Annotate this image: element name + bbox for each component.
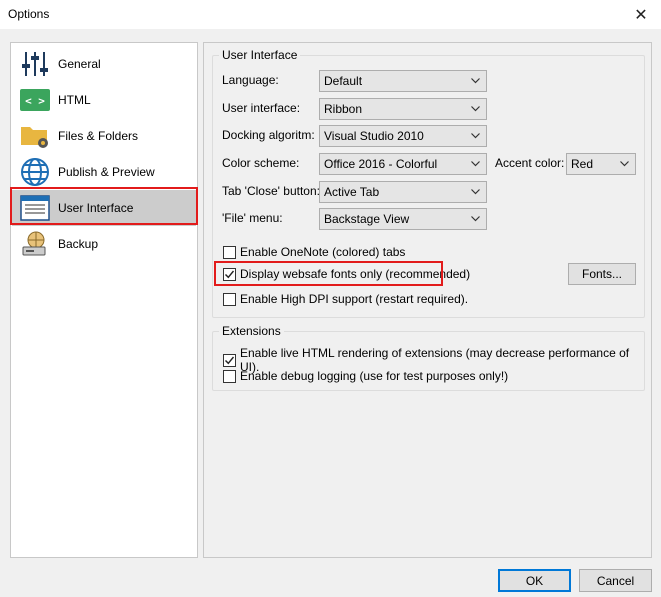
checkmark-icon bbox=[223, 267, 236, 281]
checkmark-icon bbox=[223, 353, 236, 367]
title-bar: Options ✕ bbox=[0, 0, 661, 29]
docking-label: Docking algoritm: bbox=[222, 128, 315, 142]
cancel-button[interactable]: Cancel bbox=[579, 569, 652, 592]
language-label: Language: bbox=[222, 73, 279, 87]
folder-gear-icon bbox=[18, 119, 52, 153]
file-menu-label: 'File' menu: bbox=[222, 211, 283, 225]
nav-item-files-folders[interactable]: Files & Folders bbox=[12, 118, 196, 154]
checkbox-box bbox=[223, 369, 236, 383]
chevron-down-icon bbox=[471, 154, 480, 174]
nav-item-backup[interactable]: Backup bbox=[12, 226, 196, 262]
backup-icon bbox=[18, 227, 52, 261]
high-dpi-checkbox[interactable]: Enable High DPI support (restart require… bbox=[223, 292, 468, 306]
window-icon bbox=[18, 191, 52, 225]
checkbox-box bbox=[223, 245, 236, 259]
extensions-group: Extensions Enable live HTML rendering of… bbox=[212, 324, 645, 391]
nav-item-label: General bbox=[58, 57, 101, 71]
nav-item-label: HTML bbox=[58, 93, 91, 107]
chevron-down-icon bbox=[471, 99, 480, 119]
nav-item-label: Publish & Preview bbox=[58, 165, 155, 179]
tab-close-label: Tab 'Close' button: bbox=[222, 184, 320, 198]
accent-color-select[interactable]: Red bbox=[566, 153, 636, 175]
group-title: Extensions bbox=[219, 324, 284, 338]
accent-color-label: Accent color: bbox=[495, 156, 565, 170]
close-icon: ✕ bbox=[634, 6, 648, 24]
nav-item-html[interactable]: < > HTML bbox=[12, 82, 196, 118]
color-scheme-select[interactable]: Office 2016 - Colorful bbox=[319, 153, 487, 175]
window-title: Options bbox=[8, 7, 50, 21]
options-nav: General < > HTML Files & Folders Publish… bbox=[10, 42, 198, 558]
close-button[interactable]: ✕ bbox=[621, 0, 661, 29]
chevron-down-icon bbox=[471, 209, 480, 229]
docking-select[interactable]: Visual Studio 2010 bbox=[319, 125, 487, 147]
nav-item-label: Files & Folders bbox=[58, 129, 139, 143]
tab-close-select[interactable]: Active Tab bbox=[319, 181, 487, 203]
nav-item-user-interface[interactable]: User Interface bbox=[12, 190, 196, 226]
fonts-button[interactable]: Fonts... bbox=[568, 263, 636, 285]
chevron-down-icon bbox=[471, 71, 480, 91]
globe-icon bbox=[18, 155, 52, 189]
user-interface-select[interactable]: Ribbon bbox=[319, 98, 487, 120]
nav-item-publish-preview[interactable]: Publish & Preview bbox=[12, 154, 196, 190]
file-menu-select[interactable]: Backstage View bbox=[319, 208, 487, 230]
websafe-fonts-checkbox[interactable]: Display websafe fonts only (recommended) bbox=[223, 267, 470, 281]
chevron-down-icon bbox=[471, 126, 480, 146]
user-interface-group: User Interface Language: Default User in… bbox=[212, 48, 645, 318]
checkbox-box bbox=[223, 292, 236, 306]
enable-onenote-checkbox[interactable]: Enable OneNote (colored) tabs bbox=[223, 245, 405, 259]
sliders-icon bbox=[18, 47, 52, 81]
language-select[interactable]: Default bbox=[319, 70, 487, 92]
nav-item-label: Backup bbox=[58, 237, 99, 251]
color-scheme-label: Color scheme: bbox=[222, 156, 300, 170]
chevron-down-icon bbox=[471, 182, 480, 202]
group-title: User Interface bbox=[219, 48, 301, 62]
ok-button[interactable]: OK bbox=[498, 569, 571, 592]
svg-text:< >: < > bbox=[25, 95, 45, 108]
chevron-down-icon bbox=[620, 154, 629, 174]
nav-item-general[interactable]: General bbox=[12, 46, 196, 82]
debug-logging-checkbox[interactable]: Enable debug logging (use for test purpo… bbox=[223, 369, 508, 383]
nav-item-label: User Interface bbox=[58, 201, 134, 215]
settings-panel: User Interface Language: Default User in… bbox=[203, 42, 652, 558]
user-interface-label: User interface: bbox=[222, 101, 301, 115]
code-icon: < > bbox=[18, 83, 52, 117]
